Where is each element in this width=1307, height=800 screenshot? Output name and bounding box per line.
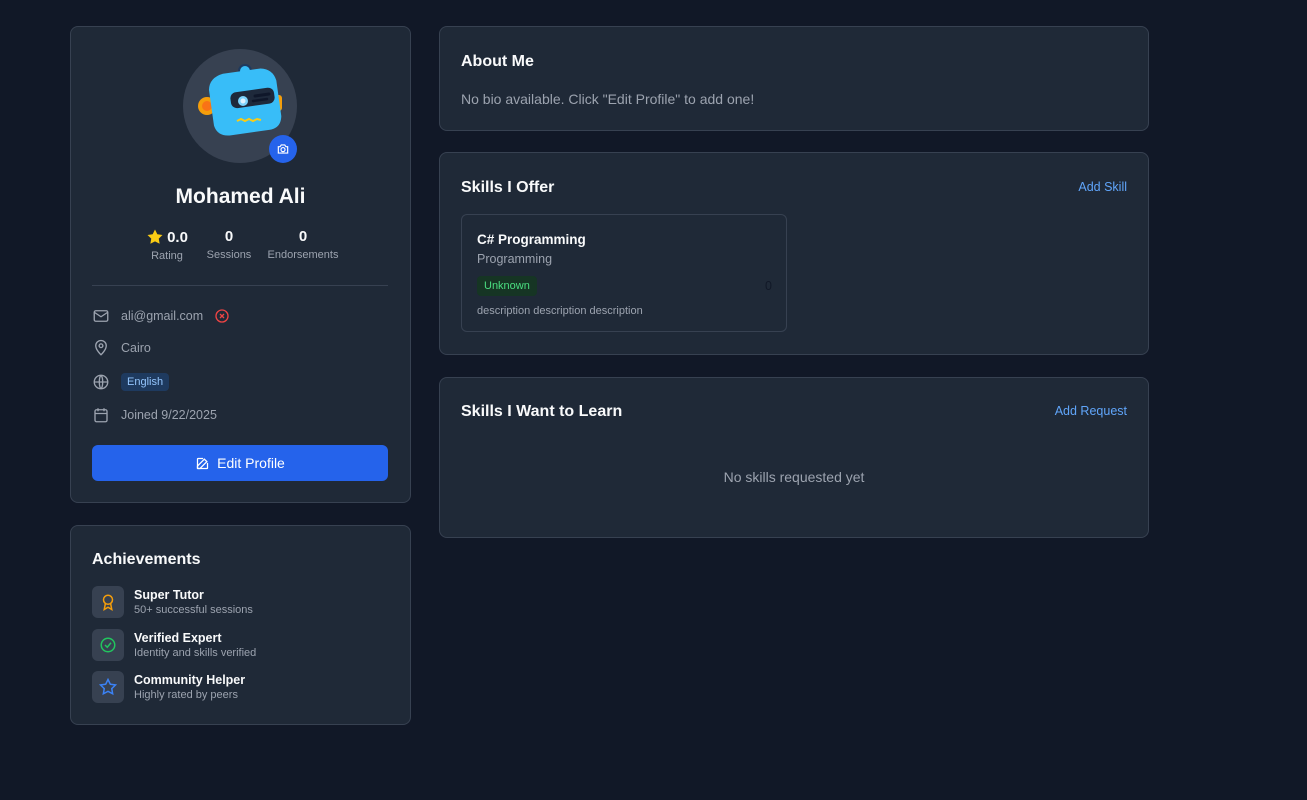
about-text: No bio available. Click "Edit Profile" t…: [461, 91, 755, 107]
edit-icon: [197, 457, 209, 469]
endorsements-value: 0: [298, 228, 308, 245]
sessions-label: Sessions: [206, 249, 252, 261]
skills-learn-title: Skills I Want to Learn: [461, 403, 623, 420]
location-text: Cairo: [121, 341, 151, 355]
edit-profile-label: Edit Profile: [217, 455, 285, 471]
divider: [92, 285, 388, 286]
stat-endorsements: 0 Endorsements: [267, 228, 339, 261]
joined-text: Joined 9/22/2025: [121, 408, 217, 422]
skills-learn-card: Skills I Want to Learn Add Request No sk…: [439, 377, 1149, 538]
email-row: ali@gmail.com: [92, 306, 230, 326]
stat-sessions: 0 Sessions: [206, 228, 252, 261]
avatar-container: [183, 49, 297, 163]
language-badge: English: [121, 373, 170, 391]
achievement-icon-box: [92, 629, 124, 661]
achievement-item: Community Helper Highly rated by peers: [92, 671, 245, 703]
achievement-desc: 50+ successful sessions: [134, 604, 253, 616]
camera-icon: [277, 144, 289, 154]
achievement-icon-box: [92, 586, 124, 618]
unverified-icon[interactable]: [214, 308, 230, 324]
achievement-item: Verified Expert Identity and skills veri…: [92, 629, 256, 661]
skills-offer-card: Skills I Offer Add Skill C# Programming …: [439, 152, 1149, 355]
profile-card: Mohamed Ali 0.0 Rating 0 Sessions 0 Endo…: [70, 26, 411, 503]
profile-stats: 0.0 Rating 0 Sessions 0 Endorsements: [71, 228, 410, 268]
skill-category: Programming: [477, 252, 553, 266]
skill-count: 0: [765, 279, 772, 293]
rating-label: Rating: [151, 250, 183, 262]
star-outline-icon: [99, 678, 117, 696]
map-pin-icon: [95, 339, 107, 356]
about-title: About Me: [461, 53, 534, 70]
achievement-icon-box: [92, 671, 124, 703]
globe-icon: [93, 374, 109, 390]
add-request-button[interactable]: Add Request: [1055, 404, 1127, 418]
achievements-title: Achievements: [92, 551, 201, 568]
achievement-title: Verified Expert: [134, 631, 222, 645]
add-skill-button[interactable]: Add Skill: [1078, 180, 1127, 194]
profile-name: Mohamed Ali: [175, 185, 306, 208]
skill-card[interactable]: C# Programming Programming Unknown 0 des…: [461, 214, 787, 332]
achievement-title: Community Helper: [134, 673, 246, 687]
rating-value: 0.0: [167, 228, 188, 246]
achievement-title: Super Tutor: [134, 588, 204, 602]
skill-level-badge: Unknown: [477, 276, 537, 296]
skills-offer-title: Skills I Offer: [461, 179, 555, 196]
joined-row: Joined 9/22/2025: [92, 405, 217, 425]
sessions-value: 0: [224, 228, 234, 245]
award-icon: [102, 594, 114, 611]
about-card: About Me No bio available. Click "Edit P…: [439, 26, 1149, 131]
empty-state-text: No skills requested yet: [723, 469, 865, 485]
change-photo-button[interactable]: [269, 135, 297, 163]
achievements-card: Achievements Super Tutor 50+ successful …: [70, 525, 411, 725]
email-text: ali@gmail.com: [121, 309, 204, 323]
location-row: Cairo: [92, 338, 151, 358]
skill-name: C# Programming: [477, 232, 586, 247]
skill-description: description description description: [477, 305, 643, 317]
language-row: English: [92, 372, 170, 392]
calendar-icon: [94, 408, 108, 423]
edit-profile-button[interactable]: Edit Profile: [92, 445, 388, 481]
achievement-desc: Highly rated by peers: [134, 689, 238, 701]
stat-rating: 0.0 Rating: [143, 228, 191, 262]
endorsements-label: Endorsements: [267, 249, 339, 261]
check-circle-icon: [100, 637, 116, 653]
achievement-desc: Identity and skills verified: [134, 647, 257, 659]
achievement-item: Super Tutor 50+ successful sessions: [92, 586, 253, 618]
star-icon: [147, 229, 163, 244]
mail-icon: [93, 310, 109, 322]
